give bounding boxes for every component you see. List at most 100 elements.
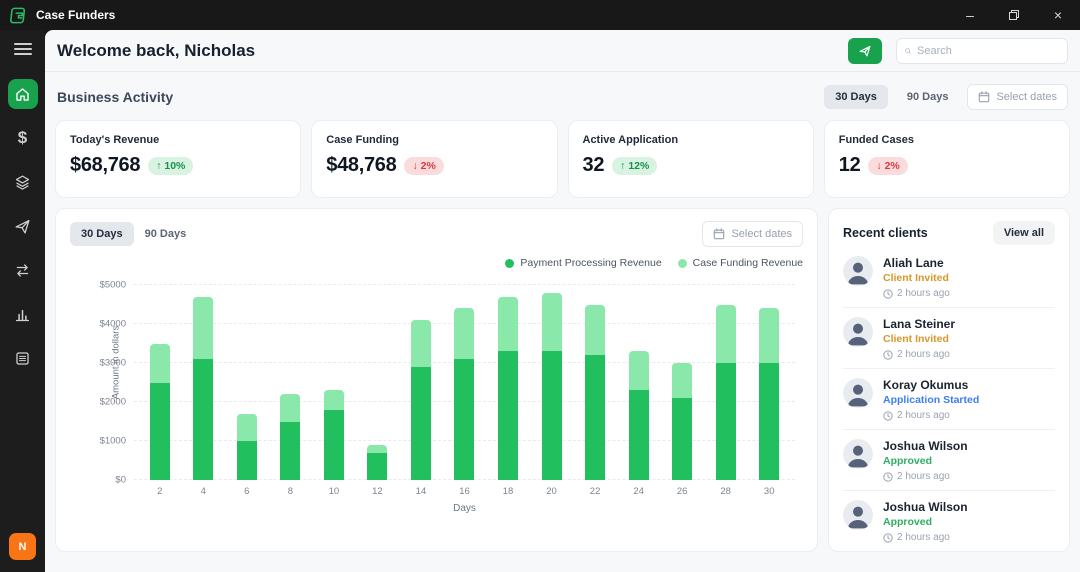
y-tick-label: $0 <box>80 475 126 486</box>
stacked-bar[interactable] <box>324 390 344 480</box>
client-time-text: 2 hours ago <box>897 410 950 421</box>
search-box[interactable] <box>896 38 1068 64</box>
x-tick-label: 28 <box>704 486 748 497</box>
stacked-bar[interactable] <box>672 363 692 480</box>
menu-icon[interactable] <box>14 40 32 58</box>
maximize-button[interactable] <box>992 0 1036 30</box>
stacked-bar[interactable] <box>150 344 170 481</box>
x-tick-label: 24 <box>617 486 661 497</box>
client-list-item[interactable]: Koray Okumus Application Started 2 hours… <box>843 369 1055 430</box>
stacked-bar[interactable] <box>542 293 562 480</box>
client-time-text: 2 hours ago <box>897 349 950 360</box>
stat-value: 12 <box>839 154 861 177</box>
recent-clients-title: Recent clients <box>843 226 928 240</box>
stacked-bar[interactable] <box>367 445 387 480</box>
business-activity-toolbar: Business Activity 30 Days 90 Days Select… <box>55 80 1070 120</box>
send-icon <box>858 44 872 58</box>
app-title: Case Funders <box>36 8 115 22</box>
client-avatar <box>843 378 873 408</box>
sidebar-item-cases[interactable] <box>8 167 38 197</box>
stacked-bar[interactable] <box>237 414 257 480</box>
x-tick-label: 4 <box>182 486 226 497</box>
chart-range-30-days-button[interactable]: 30 Days <box>70 222 134 246</box>
sidebar-item-documents[interactable] <box>8 343 38 373</box>
stacked-bar[interactable] <box>280 394 300 480</box>
x-tick-label: 20 <box>530 486 574 497</box>
client-list-item[interactable]: Joshua Wilson Approved 2 hours ago <box>843 430 1055 491</box>
x-tick-label: 6 <box>225 486 269 497</box>
client-time-text: 2 hours ago <box>897 471 950 482</box>
client-time: 2 hours ago <box>883 288 950 299</box>
sidebar-item-home[interactable] <box>8 79 38 109</box>
client-avatar <box>843 500 873 530</box>
select-dates-label: Select dates <box>996 91 1057 103</box>
y-tick-label: $2000 <box>80 397 126 408</box>
client-list-item[interactable]: Aliah Lane Client Invited 2 hours ago <box>843 247 1055 308</box>
stacked-bar[interactable] <box>759 308 779 480</box>
stacked-bar[interactable] <box>454 308 474 480</box>
sidebar-item-send[interactable] <box>8 211 38 241</box>
app-logo-icon <box>9 6 28 25</box>
sidebar-item-payments[interactable]: $ <box>8 123 38 153</box>
stats-row: Today's Revenue $68,768 ↑ 10% Case Fundi… <box>55 120 1070 198</box>
client-list-item[interactable]: Joshua Wilson Approved 2 hours ago <box>843 491 1055 552</box>
client-status: Application Started <box>883 394 979 406</box>
payment-segment <box>280 422 300 481</box>
stacked-bar[interactable] <box>411 320 431 480</box>
client-avatar <box>843 439 873 469</box>
x-axis-title: Days <box>134 503 795 514</box>
search-input[interactable] <box>917 45 1059 57</box>
stacked-bar[interactable] <box>629 351 649 480</box>
chart-select-dates-button[interactable]: Select dates <box>702 221 803 247</box>
payment-segment <box>193 359 213 480</box>
x-tick-label: 10 <box>312 486 356 497</box>
stat-label: Today's Revenue <box>70 134 286 146</box>
minimize-button[interactable]: – <box>948 0 992 30</box>
stacked-bar[interactable] <box>716 305 736 481</box>
clock-icon <box>883 533 893 543</box>
stacked-bar[interactable] <box>193 297 213 480</box>
close-button[interactable]: × <box>1036 0 1080 30</box>
search-icon <box>905 45 911 57</box>
client-list: Aliah Lane Client Invited 2 hours ago La… <box>843 247 1055 552</box>
client-time: 2 hours ago <box>883 410 979 421</box>
user-avatar[interactable]: N <box>9 533 36 560</box>
client-name: Lana Steiner <box>883 317 955 331</box>
client-status: Approved <box>883 455 968 467</box>
x-tick-label: 8 <box>269 486 313 497</box>
stat-card-active-application: Active Application 32 ↑ 12% <box>568 120 814 198</box>
chart-range-90-days-button[interactable]: 90 Days <box>134 222 198 246</box>
stacked-bar[interactable] <box>498 297 518 480</box>
person-icon <box>843 256 873 286</box>
client-time: 2 hours ago <box>883 471 968 482</box>
main-header: Welcome back, Nicholas <box>45 30 1080 72</box>
page-title: Welcome back, Nicholas <box>57 41 255 61</box>
sidebar-item-analytics[interactable] <box>8 299 38 329</box>
window-controls: – × <box>948 0 1080 30</box>
home-icon <box>14 86 31 103</box>
select-dates-button[interactable]: Select dates <box>967 84 1068 110</box>
payment-segment <box>324 410 344 480</box>
document-icon <box>14 350 31 367</box>
y-tick-label: $5000 <box>80 280 126 291</box>
bar-chart-icon <box>14 306 31 323</box>
client-avatar <box>843 256 873 286</box>
x-tick-label: 16 <box>443 486 487 497</box>
view-all-button[interactable]: View all <box>993 221 1055 245</box>
main-area: Welcome back, Nicholas Business Activity… <box>45 30 1080 572</box>
clock-icon <box>883 289 893 299</box>
client-name: Joshua Wilson <box>883 500 968 514</box>
delta-badge: ↑ 10% <box>148 157 193 175</box>
payment-segment <box>672 398 692 480</box>
client-avatar <box>843 317 873 347</box>
quick-send-button[interactable] <box>848 38 882 64</box>
client-name: Aliah Lane <box>883 256 950 270</box>
range-30-days-button[interactable]: 30 Days <box>824 85 888 109</box>
payment-segment <box>585 355 605 480</box>
range-90-days-button[interactable]: 90 Days <box>896 85 960 109</box>
sidebar-item-transfers[interactable] <box>8 255 38 285</box>
stacked-bar[interactable] <box>585 305 605 481</box>
client-status: Client Invited <box>883 333 955 345</box>
client-time-text: 2 hours ago <box>897 288 950 299</box>
client-list-item[interactable]: Lana Steiner Client Invited 2 hours ago <box>843 308 1055 369</box>
